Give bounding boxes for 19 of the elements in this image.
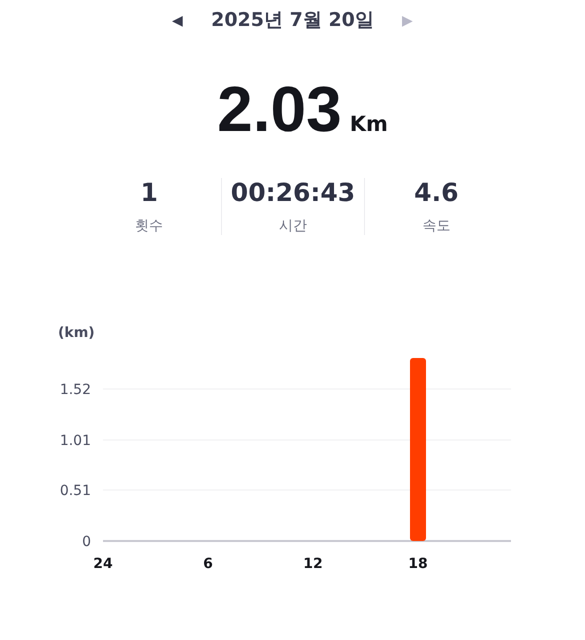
stat-label: 속도 [422, 217, 450, 235]
stat-value: 00:26:43 [230, 178, 356, 207]
date-title: 2025년 7월 20일 [211, 8, 374, 33]
y-tick-label: 1.52 [60, 382, 91, 398]
axis-unit: (km) [58, 325, 95, 341]
stat-label: 시간 [278, 217, 307, 235]
x-tick-label: 18 [408, 556, 428, 572]
x-tick-label: 12 [303, 556, 323, 572]
distance-value: 2.03 [217, 72, 342, 146]
y-tick-label: 0 [82, 534, 91, 550]
previous-day-button[interactable]: ◀ [172, 12, 184, 28]
x-tick-label: 24 [93, 556, 113, 572]
stat-value: 4.6 [414, 178, 458, 207]
distance-unit: Km [350, 112, 388, 136]
x-tick-label: 6 [203, 556, 213, 572]
stat-label: 횟수 [135, 217, 164, 235]
y-tick-label: 0.51 [60, 483, 91, 499]
y-tick-label: 1.01 [60, 433, 91, 449]
stat-value: 1 [140, 178, 158, 207]
